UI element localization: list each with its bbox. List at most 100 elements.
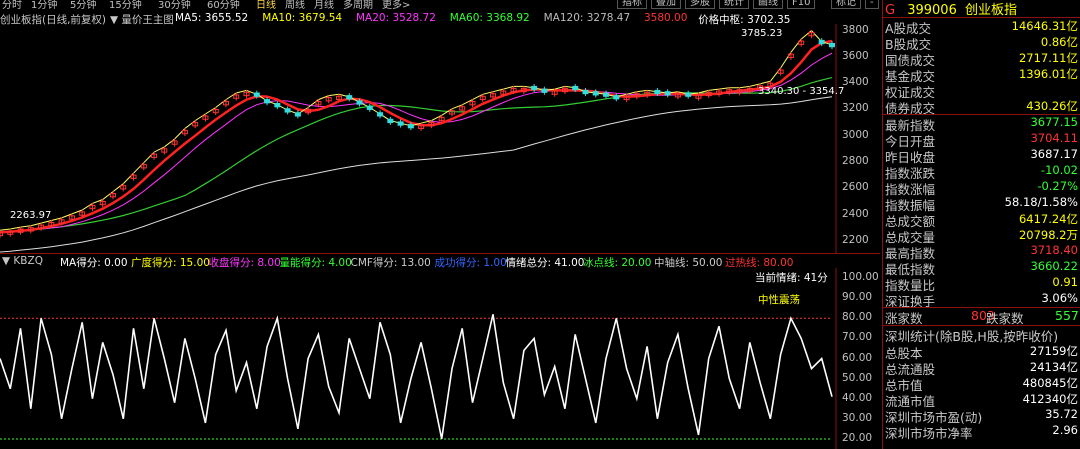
tab-9[interactable]: 多周期 [343, 0, 373, 9]
price-chart[interactable]: 3785.23 2263.97 3340.30 - 3354.7 [0, 24, 880, 254]
ma60-line [0, 77, 833, 233]
index-row: 深证换手 3.06% [883, 291, 1080, 309]
row-value: 3704.11 [1030, 131, 1078, 145]
stats-title: 深圳统计(除B股,H股,按昨收价) [883, 326, 1080, 344]
tab-6[interactable]: 日线 [256, 0, 276, 9]
candle [541, 88, 548, 93]
index-code: 399006 [907, 3, 957, 18]
tab-3[interactable]: 15分钟 [109, 0, 142, 9]
candle [284, 108, 291, 113]
candle [366, 105, 373, 110]
tab-0[interactable]: 分时 [2, 0, 22, 9]
row-value: 58.18/1.58% [1004, 195, 1078, 209]
price-axis-label: 3000 [842, 128, 869, 141]
price-axis-label: 3400 [842, 76, 869, 89]
ma-item-2: MA20: 3528.72 [356, 12, 436, 24]
row-value: 412340亿 [1022, 392, 1078, 406]
row-value: 1396.01亿 [1018, 67, 1078, 81]
turnover-row: B股成交 0.86亿 [883, 34, 1080, 52]
index-row: 指数量比 0.91 [883, 275, 1080, 293]
stats-row: 流通市值 412340亿 [883, 391, 1080, 409]
row-value: 14646.31亿 [1011, 19, 1078, 33]
candle [592, 91, 599, 96]
price-axis-label: 2400 [842, 207, 869, 220]
candle [685, 92, 692, 97]
index-row: 昨日收盘 3687.17 [883, 147, 1080, 165]
oscillator-chart[interactable] [0, 268, 880, 449]
ma-item-4: MA120: 3278.47 [543, 12, 631, 24]
osc-axis-label: 80.00 [842, 311, 873, 324]
ma5-line [0, 29, 833, 231]
row-value: 3660.22 [1030, 259, 1078, 273]
tab-4[interactable]: 30分钟 [158, 0, 191, 9]
toolbar-button-2[interactable]: 多股 [685, 0, 715, 9]
stats-row: 深圳市场市盈(动) 35.72 [883, 407, 1080, 425]
candle [829, 42, 835, 48]
toolbar-button-1[interactable]: 叠加 [651, 0, 681, 9]
row-label: 深圳市场市净率 [885, 426, 973, 441]
candle [264, 99, 271, 104]
low-annotation: 2263.97 [10, 210, 51, 221]
tab-10[interactable]: 更多> [382, 0, 410, 9]
tab-2[interactable]: 5分钟 [70, 0, 96, 9]
price-axis-label: 2600 [842, 181, 869, 194]
toolbar-button-5[interactable]: F10 [787, 0, 816, 9]
current-mood-label: 当前情绪: 41分 [755, 272, 828, 284]
row-value: 20798.2万 [1018, 228, 1078, 242]
ma-item-3: MA60: 3368.92 [449, 12, 530, 24]
candle [253, 92, 260, 97]
row-value: 430.26亿 [1026, 99, 1078, 113]
row-value: 3.06% [1041, 291, 1078, 305]
toolbar-button-6[interactable]: 标记 [831, 0, 861, 9]
ma120-line [0, 96, 833, 253]
candle [356, 100, 363, 105]
toolbar-button-3[interactable]: 统计 [719, 0, 749, 9]
candle [572, 85, 579, 91]
oscillator-name[interactable]: ▼ KBZQ [2, 255, 43, 267]
candle [377, 112, 384, 117]
row-value: 2717.11亿 [1018, 51, 1078, 65]
candle [346, 95, 353, 100]
tab-1[interactable]: 1分钟 [31, 0, 57, 9]
candle [603, 92, 610, 97]
row-value: 0.91 [1052, 275, 1078, 289]
tab-7[interactable]: 周线 [285, 0, 305, 9]
index-row: 总成交额 6417.24亿 [883, 211, 1080, 229]
candle [818, 39, 825, 45]
ma-item-0: MA5: 3655.52 [175, 12, 249, 24]
row-value: 480845亿 [1022, 376, 1078, 390]
index-row: 最新指数 3677.15 [883, 115, 1080, 133]
price-axis: 3800 3600 3400 3200 3000 2800 2600 2400 2200 [842, 24, 880, 254]
row-value: 3677.15 [1030, 115, 1078, 129]
toolbar-button-7[interactable]: - [865, 0, 879, 9]
turnover-row: 国债成交 2717.11亿 [883, 50, 1080, 68]
osc-axis-label: 70.00 [842, 331, 873, 344]
osc-axis-label: 100.00 [842, 271, 879, 284]
osc-axis-label: 20.00 [842, 431, 873, 444]
toolbar-button-4[interactable]: 画线 [753, 0, 783, 9]
osc-axis-label: 50.00 [842, 371, 873, 384]
index-row: 指数涨跌 -10.02 [883, 163, 1080, 181]
index-row: 指数涨幅 -0.27% [883, 179, 1080, 197]
row-value: 2.96 [1052, 423, 1078, 437]
down-count: 557 [1055, 308, 1079, 323]
tab-5[interactable]: 60分钟 [207, 0, 240, 9]
candle [531, 85, 538, 91]
price-axis-label: 3200 [842, 102, 869, 115]
index-prefix: G [885, 3, 896, 18]
row-value: 3718.40 [1030, 243, 1078, 257]
candle [294, 112, 301, 117]
ma20-line [0, 52, 833, 233]
turnover-row: 权证成交 [883, 82, 1080, 100]
candle [613, 95, 620, 100]
index-row: 今日开盘 3704.11 [883, 131, 1080, 149]
tab-8[interactable]: 月线 [314, 0, 334, 9]
mood-state: 中性震荡 [758, 294, 800, 306]
candle [664, 91, 671, 96]
price-axis-label: 3800 [842, 23, 869, 36]
oscillator-axis: 100.00 90.00 80.00 70.00 60.00 50.00 40.00 30.0… [842, 268, 880, 449]
toolbar-button-0[interactable]: 指标 [617, 0, 647, 9]
row-value: 3687.17 [1030, 147, 1078, 161]
ma-item-1: MA10: 3679.54 [262, 12, 343, 24]
ma-item-5: 3580.00 [644, 12, 688, 24]
